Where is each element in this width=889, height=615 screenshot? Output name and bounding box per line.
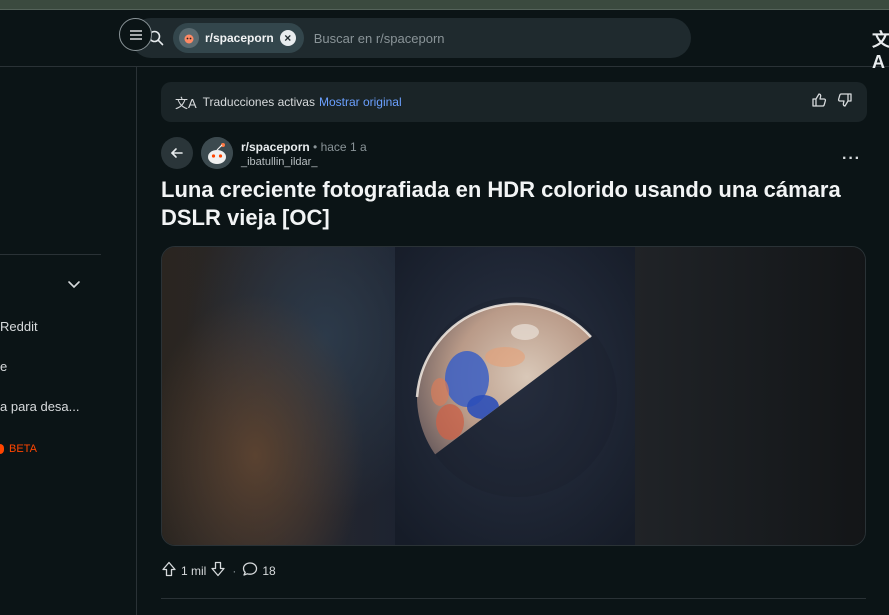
beta-badge: BETA — [9, 443, 37, 455]
subreddit-link[interactable]: r/spaceporn — [241, 140, 310, 154]
sidebar-item-label: a para desa... — [0, 399, 80, 414]
post-meta: r/spaceporn • hace 1 a — [241, 140, 367, 154]
media-blur-right — [635, 247, 865, 545]
beta-indicator-icon — [0, 443, 4, 454]
sidebar-item-reddit[interactable]: Reddit — [0, 319, 38, 334]
sidebar-toggle-button[interactable] — [119, 18, 152, 51]
thumbs-down-icon[interactable] — [837, 92, 853, 113]
sidebar-item-2[interactable]: e — [0, 359, 7, 374]
media-blur-left — [162, 247, 395, 545]
separator: · — [232, 563, 237, 578]
comment-count: 18 — [262, 563, 276, 578]
divider — [161, 598, 866, 599]
post-time: • hace 1 a — [313, 140, 367, 154]
subreddit-search-chip[interactable]: r/spaceporn × — [173, 23, 304, 53]
more-options-icon[interactable]: ··· — [842, 150, 861, 168]
search-chip-label: r/spaceporn — [205, 31, 274, 45]
post-title: Luna creciente fotografiada en HDR color… — [161, 177, 841, 230]
post-author[interactable]: _ibatullin_ildar_ — [241, 156, 317, 168]
translate-icon[interactable]: 文A — [872, 26, 889, 73]
downvote-icon[interactable] — [210, 561, 226, 580]
upvote-icon[interactable] — [161, 561, 177, 580]
sidebar-divider — [0, 254, 101, 255]
window-top-strip — [0, 0, 889, 10]
subreddit-avatar — [179, 28, 199, 48]
post-media[interactable] — [161, 246, 866, 546]
vote-count: 1 mil — [181, 563, 207, 578]
back-button[interactable] — [161, 137, 193, 169]
translate-icon: 文A — [175, 95, 197, 111]
sidebar-item-3[interactable]: a para desa... — [0, 399, 80, 414]
post-actions: 1 mil · 18 — [161, 561, 276, 580]
search-input[interactable]: Buscar en r/spaceporn — [314, 31, 445, 46]
search-bar[interactable]: r/spaceporn × Buscar en r/spaceporn — [131, 18, 691, 58]
sidebar-item-label: e — [0, 359, 8, 374]
chevron-down-icon[interactable] — [67, 277, 81, 295]
clear-chip-icon[interactable]: × — [279, 30, 296, 46]
sidebar-item-label: Reddit — [0, 319, 38, 334]
comment-icon[interactable] — [242, 561, 258, 580]
sidebar-item-beta[interactable]: BETA — [0, 440, 37, 455]
show-original-link[interactable]: Mostrar original — [319, 95, 402, 109]
left-sidebar: Reddit e a para desa... BETA — [0, 67, 137, 615]
subreddit-avatar[interactable] — [201, 137, 233, 169]
thumbs-up-icon[interactable] — [811, 92, 827, 113]
moon-photo — [395, 247, 635, 545]
translation-status-text: Traducciones activas — [202, 95, 315, 109]
translation-banner: 文A Traducciones activas Mostrar original — [161, 82, 867, 122]
